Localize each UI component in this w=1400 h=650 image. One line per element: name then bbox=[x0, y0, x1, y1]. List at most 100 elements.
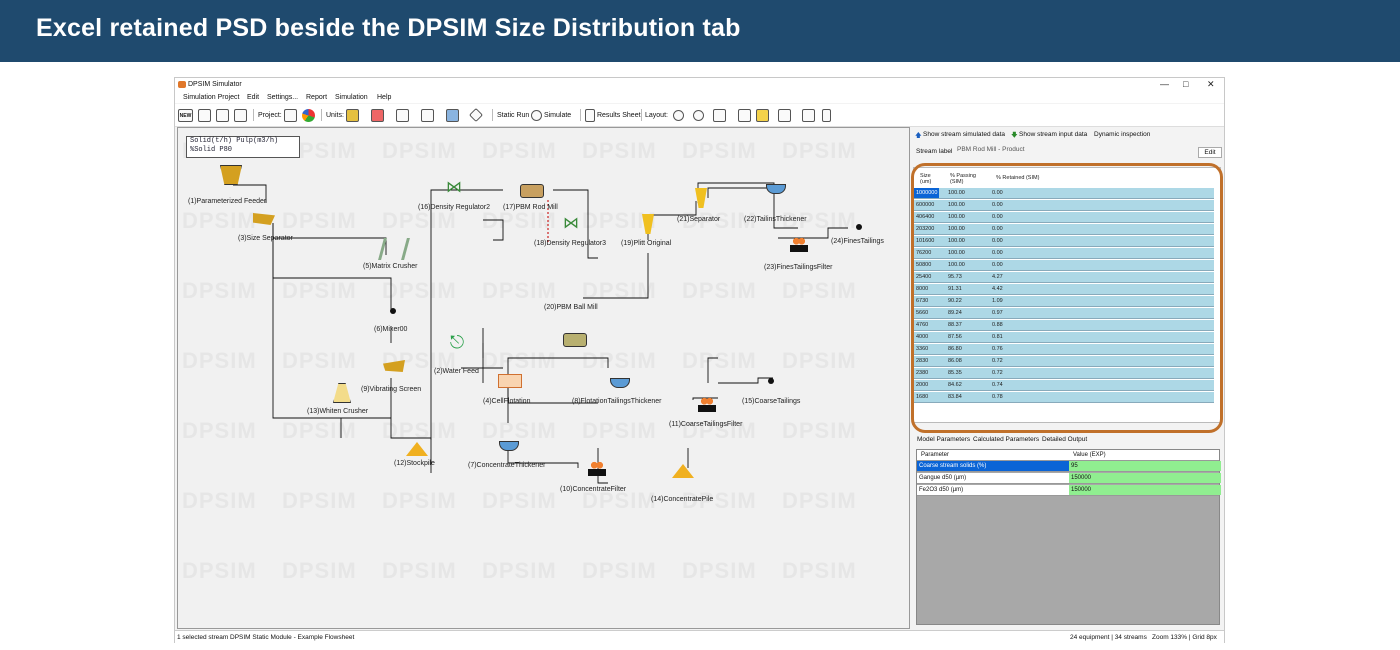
mp-cell-value[interactable]: 150000 bbox=[1069, 485, 1221, 495]
project-label: Project: bbox=[258, 111, 282, 119]
menu-report[interactable]: Report bbox=[306, 94, 327, 101]
status-selection: 1 selected stream bbox=[177, 634, 229, 641]
mp-row[interactable]: Fe2O3 d50 (µm) 150000 bbox=[917, 485, 1221, 496]
toolbar: NEW Project: Units: Static Run Simulate … bbox=[175, 104, 1224, 127]
align-icon[interactable] bbox=[738, 108, 751, 122]
app-window: DPSIM Simulator — □ ✕ Simulation Project… bbox=[174, 77, 1225, 644]
menu-help[interactable]: Help bbox=[377, 94, 391, 101]
fit-screen-icon[interactable] bbox=[802, 108, 815, 122]
show-input-button[interactable]: Show stream input data bbox=[1019, 131, 1087, 138]
color-icon[interactable] bbox=[756, 108, 769, 122]
stream-label-value[interactable]: PBM Rod Mill - Product bbox=[957, 146, 1025, 153]
mp-cell-parameter[interactable]: Coarse stream solids (%) bbox=[917, 461, 1069, 471]
label-stockpile: (12)Stockpile bbox=[394, 460, 435, 467]
label-ball-mill: (20)PBM Ball Mill bbox=[544, 304, 598, 311]
coarse-filter-icon[interactable] bbox=[698, 394, 716, 412]
node-unit-icon[interactable] bbox=[468, 107, 484, 123]
dynamic-inspection-button[interactable]: Dynamic inspection bbox=[1094, 131, 1150, 138]
pie-chart-icon[interactable] bbox=[302, 108, 315, 122]
maximize-icon[interactable]: □ bbox=[1183, 79, 1188, 89]
simulate-button[interactable]: Simulate bbox=[544, 112, 571, 119]
menu-simulation[interactable]: Simulation bbox=[335, 94, 368, 101]
fines-tailings-node-icon[interactable] bbox=[856, 224, 862, 230]
title-bar: DPSIM Simulator — □ ✕ bbox=[175, 78, 1224, 92]
layout-label: Layout: bbox=[645, 111, 668, 119]
app-logo-icon bbox=[178, 81, 186, 88]
zoom-in-icon[interactable] bbox=[673, 109, 684, 121]
label-cell-flotation: (4)CellFlotation bbox=[483, 398, 531, 405]
crusher-unit-icon[interactable] bbox=[346, 108, 359, 122]
status-equipment: 24 equipment | 34 streams bbox=[1070, 634, 1147, 641]
tab-model-parameters[interactable]: Model Parameters bbox=[917, 436, 970, 443]
label-fines-tailings: (24)FinesTailings bbox=[831, 238, 884, 245]
save-as-icon[interactable] bbox=[234, 108, 247, 122]
static-run-button[interactable]: Static Run bbox=[497, 112, 529, 119]
classifier-unit-icon[interactable] bbox=[396, 108, 409, 122]
coarse-tailings-node-icon[interactable] bbox=[768, 378, 774, 384]
zoom-out-icon[interactable] bbox=[693, 109, 704, 121]
edit-button[interactable]: Edit bbox=[1198, 147, 1222, 158]
results-sheet-button[interactable]: Results Sheet bbox=[597, 112, 641, 119]
cell-flotation-icon[interactable] bbox=[498, 374, 522, 388]
label-plitt: (19)Plitt Original bbox=[621, 240, 672, 247]
label-concentrate-pile: (14)ConcentratePile bbox=[651, 496, 714, 503]
menu-edit[interactable]: Edit bbox=[247, 94, 259, 101]
concentrate-filter-icon[interactable] bbox=[588, 458, 606, 476]
model-parameters-grid[interactable]: Parameter Value (EXP) Coarse stream soli… bbox=[916, 449, 1221, 625]
menu-settings[interactable]: Settings... bbox=[267, 94, 298, 101]
flowsheet-canvas[interactable]: DPSIM DPSIM DPSIM DPSIM DPSIM DPSIM DPSIM DPSIM… bbox=[177, 127, 910, 629]
mp-cell-value[interactable]: 150000 bbox=[1069, 473, 1221, 483]
water-feed-icon[interactable]: ⎋ bbox=[448, 333, 466, 351]
label-coarse-filter: (11)CoarseTailingsFilter bbox=[669, 421, 743, 428]
stream-label-label: Stream label bbox=[916, 148, 953, 155]
label-density-regulator3: (18)Density Regulator3 bbox=[534, 240, 606, 247]
mp-col-parameter: Parameter bbox=[921, 452, 950, 458]
mp-cell-parameter[interactable]: Fe2O3 d50 (µm) bbox=[917, 485, 1069, 495]
label-mixer: (6)Mixer00 bbox=[374, 326, 408, 333]
mp-cell-parameter[interactable]: Gangue d50 (µm) bbox=[917, 473, 1069, 483]
units-label: Units: bbox=[326, 111, 344, 119]
show-simulated-button[interactable]: Show stream simulated data bbox=[923, 131, 1005, 138]
status-bar: 1 selected stream DPSIM Static Module - … bbox=[175, 630, 1224, 644]
ball-mill-icon[interactable] bbox=[563, 333, 587, 347]
play-icon[interactable] bbox=[531, 109, 542, 121]
stream-panel: 🡅 Show stream simulated data 🡇 Show stre… bbox=[911, 127, 1224, 629]
thickener-unit-icon[interactable] bbox=[446, 108, 459, 122]
open-folder-icon[interactable] bbox=[198, 108, 211, 122]
label-flotation-thickener: (8)FlotationTailingsThickener bbox=[572, 398, 662, 405]
results-sheet-icon[interactable] bbox=[585, 108, 595, 122]
mixer-icon[interactable] bbox=[390, 308, 396, 314]
lock-icon[interactable] bbox=[822, 108, 831, 122]
density-regulator3-icon[interactable]: ⋈ bbox=[563, 216, 579, 232]
label-rod-mill: (17)PBM Rod Mill bbox=[503, 204, 558, 211]
close-icon[interactable]: ✕ bbox=[1207, 79, 1215, 90]
label-concentrate-filter: (10)ConcentrateFilter bbox=[560, 486, 627, 493]
tab-calculated-parameters[interactable]: Calculated Parameters bbox=[973, 436, 1039, 443]
mp-row[interactable]: Coarse stream solids (%) 95 bbox=[917, 461, 1221, 472]
status-module: DPSIM Static Module - Example Flowsheet bbox=[230, 634, 355, 641]
slide-title: Excel retained PSD beside the DPSIM Size… bbox=[36, 14, 741, 42]
menu-bar: Simulation Project Edit Settings... Repo… bbox=[175, 92, 1224, 103]
print-icon[interactable] bbox=[778, 108, 791, 122]
menu-simulation-project[interactable]: Simulation Project bbox=[183, 94, 239, 101]
new-icon[interactable]: NEW bbox=[178, 108, 193, 122]
save-icon[interactable] bbox=[216, 108, 229, 122]
density-regulator2-icon[interactable]: ⋈ bbox=[446, 180, 462, 196]
separator-unit-icon[interactable] bbox=[421, 108, 434, 122]
label-concentrate-thickener: (7)ConcentrateThickener bbox=[468, 462, 546, 469]
fines-filter-icon[interactable] bbox=[790, 234, 808, 252]
mp-row[interactable]: Gangue d50 (µm) 150000 bbox=[917, 473, 1221, 484]
label-separator: (21)Separator bbox=[677, 216, 721, 223]
tab-detailed-output[interactable]: Detailed Output bbox=[1042, 436, 1087, 443]
mill-unit-icon[interactable] bbox=[371, 108, 384, 122]
rod-mill-icon[interactable] bbox=[520, 184, 544, 198]
label-density-regulator2: (16)Density Regulator2 bbox=[418, 204, 490, 211]
label-vibrating-screen: (9)Vibrating Screen bbox=[361, 386, 422, 393]
arrange-icon[interactable] bbox=[713, 108, 726, 122]
streams-grid-icon[interactable] bbox=[284, 108, 297, 122]
minimize-icon[interactable]: — bbox=[1160, 79, 1169, 89]
down-arrow-icon: 🡇 bbox=[1011, 132, 1018, 139]
stream-lines[interactable] bbox=[178, 128, 909, 628]
status-zoom: Zoom 133% | Grid 8px bbox=[1152, 634, 1217, 641]
mp-cell-value[interactable]: 95 bbox=[1069, 461, 1221, 471]
